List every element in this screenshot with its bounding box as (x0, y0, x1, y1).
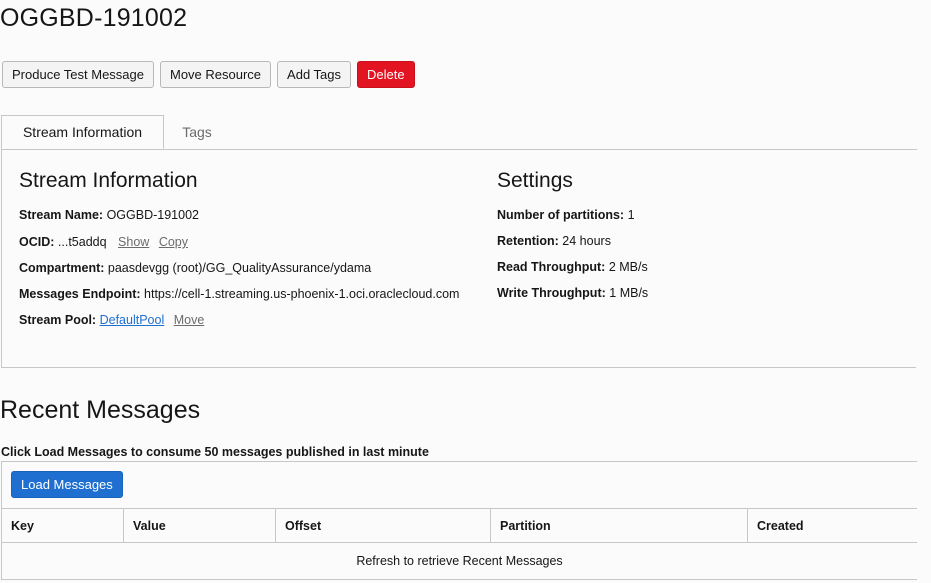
delete-button[interactable]: Delete (357, 61, 415, 88)
move-resource-button[interactable]: Move Resource (160, 61, 272, 88)
partitions-value: 1 (627, 208, 635, 222)
table-row: Refresh to retrieve Recent Messages (2, 542, 917, 580)
stream-pool-link[interactable]: DefaultPool (100, 313, 165, 327)
messages-table: Key Value Offset Partition Created Refre… (2, 508, 917, 580)
partitions-label: Number of partitions: (497, 208, 625, 222)
action-bar: Produce Test Message Move Resource Add T… (2, 61, 415, 88)
read-throughput-value: 2 MB/s (608, 260, 648, 274)
settings-heading: Settings (497, 169, 573, 192)
column-header-partition[interactable]: Partition (490, 508, 748, 543)
compartment-value: paasdevgg (root)/GG_QualityAssurance/yda… (107, 261, 372, 275)
ocid-label: OCID: (19, 235, 55, 249)
recent-messages-panel: Load Messages Key Value Offset Partition… (1, 461, 917, 580)
stream-pool-move-link[interactable]: Move (174, 313, 205, 327)
stream-information-panel: Stream Information Stream Name: OGGBD-19… (1, 149, 916, 368)
write-throughput-value: 1 MB/s (609, 286, 649, 300)
partitions-row: Number of partitions: 1 (497, 207, 635, 223)
compartment-row: Compartment: paasdevgg (root)/GG_Quality… (19, 260, 371, 276)
stream-name-label: Stream Name: (19, 208, 104, 222)
retention-value: 24 hours (562, 234, 611, 248)
ocid-value: ...t5addq (57, 235, 107, 249)
write-throughput-row: Write Throughput: 1 MB/s (497, 285, 648, 301)
retention-row: Retention: 24 hours (497, 233, 611, 249)
tab-bar: Stream Information Tags (1, 115, 917, 150)
tab-stream-information[interactable]: Stream Information (1, 115, 164, 149)
read-throughput-row: Read Throughput: 2 MB/s (497, 259, 648, 275)
add-tags-button[interactable]: Add Tags (277, 61, 352, 88)
ocid-row: OCID: ...t5addq Show Copy (19, 234, 188, 250)
compartment-label: Compartment: (19, 261, 105, 275)
write-throughput-label: Write Throughput: (497, 286, 606, 300)
recent-messages-heading: Recent Messages (0, 396, 201, 424)
messages-endpoint-row: Messages Endpoint: https://cell-1.stream… (19, 286, 459, 302)
column-header-created[interactable]: Created (747, 508, 917, 543)
column-header-key[interactable]: Key (2, 508, 124, 543)
page-title: OGGBD-191002 (0, 4, 188, 32)
messages-endpoint-label: Messages Endpoint: (19, 287, 141, 301)
stream-information-heading: Stream Information (19, 169, 198, 192)
stream-pool-label: Stream Pool: (19, 313, 97, 327)
empty-state-message: Refresh to retrieve Recent Messages (2, 542, 917, 580)
tab-tags[interactable]: Tags (164, 115, 230, 149)
column-header-value[interactable]: Value (123, 508, 276, 543)
load-messages-button[interactable]: Load Messages (11, 471, 123, 498)
messages-endpoint-value: https://cell-1.streaming.us-phoenix-1.oc… (144, 287, 460, 301)
ocid-show-link[interactable]: Show (118, 235, 149, 249)
stream-name-row: Stream Name: OGGBD-191002 (19, 207, 199, 223)
retention-label: Retention: (497, 234, 559, 248)
table-header-row: Key Value Offset Partition Created (2, 508, 917, 543)
stream-pool-row: Stream Pool: DefaultPool Move (19, 312, 204, 328)
recent-messages-hint: Click Load Messages to consume 50 messag… (1, 445, 429, 459)
stream-name-value: OGGBD-191002 (106, 208, 199, 222)
produce-test-message-button[interactable]: Produce Test Message (2, 61, 154, 88)
read-throughput-label: Read Throughput: (497, 260, 606, 274)
column-header-offset[interactable]: Offset (275, 508, 491, 543)
ocid-copy-link[interactable]: Copy (159, 235, 188, 249)
